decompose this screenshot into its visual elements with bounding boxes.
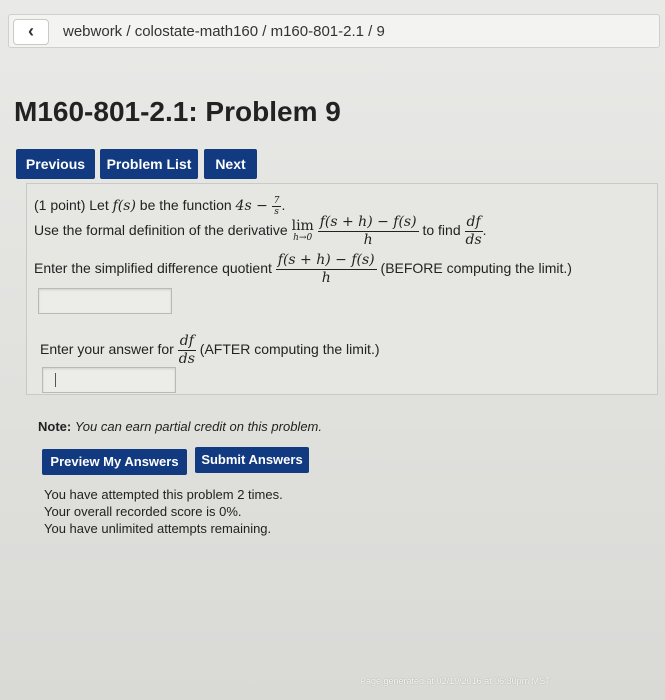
derivative-fraction: df ds: [464, 214, 483, 249]
difference-quotient-num: f(s + h) − f(s): [317, 214, 419, 232]
limit-expression: lim h→0: [292, 219, 314, 244]
before-limit-text: (BEFORE computing the limit.): [380, 260, 572, 277]
after-limit-text: (AFTER computing the limit.): [199, 341, 380, 358]
derivative-den: ds: [465, 232, 482, 248]
preview-answers-button[interactable]: Preview My Answers: [42, 449, 187, 475]
problem-list-button[interactable]: Problem List: [100, 149, 198, 179]
breadcrumb[interactable]: webwork / colostate-math160 / m160-801-2…: [63, 23, 385, 40]
page-generated-footer: Page generated at 02/19/2016 at 06:30pm …: [360, 676, 551, 686]
derivative-num-2: df: [177, 333, 196, 351]
difference-quotient-num-2: f(s + h) − f(s): [275, 252, 377, 270]
difference-quotient-fraction-2: f(s + h) − f(s) h: [275, 252, 377, 287]
note-text: You can earn partial credit on this prob…: [74, 419, 322, 434]
problem-points-text: (1 point) Let: [34, 197, 109, 214]
derivative-fraction-2: df ds: [177, 333, 196, 368]
difference-quotient-fraction: f(s + h) − f(s) h: [317, 214, 419, 249]
text-cursor: [55, 373, 56, 387]
difference-quotient-den: h: [363, 232, 373, 248]
note-label: Note:: [38, 419, 72, 434]
chevron-left-icon: ‹: [28, 21, 34, 41]
limit-word: lim: [291, 218, 314, 234]
derivative-den-2: ds: [178, 351, 195, 367]
back-button[interactable]: ‹: [13, 19, 49, 45]
page-title: M160-801-2.1: Problem 9: [14, 96, 341, 127]
to-find-text: to find: [422, 222, 461, 239]
difference-quotient-den-2: h: [321, 270, 331, 286]
derivative-num: df: [464, 214, 483, 232]
function-fraction-num: 7: [271, 196, 282, 207]
attempts-text: You have attempted this problem 2 times.: [44, 487, 283, 502]
derivative-input[interactable]: [42, 367, 176, 393]
submit-answers-button[interactable]: Submit Answers: [195, 447, 309, 473]
problem-statement-line2: Use the formal definition of the derivat…: [34, 214, 487, 249]
function-text: be the function: [139, 197, 232, 214]
problem-statement-line4: Enter your answer for df ds (AFTER compu…: [40, 333, 380, 368]
score-text: Your overall recorded score is 0%.: [44, 504, 242, 519]
breadcrumb-bar: ‹ webwork / colostate-math160 / m160-801…: [8, 14, 660, 48]
difference-quotient-input[interactable]: [38, 288, 172, 314]
derivative-definition-text: Use the formal definition of the derivat…: [34, 222, 288, 239]
partial-credit-note: Note: You can earn partial credit on thi…: [38, 419, 322, 434]
previous-button[interactable]: Previous: [16, 149, 95, 179]
difference-quotient-prompt: Enter the simplified difference quotient: [34, 260, 272, 277]
remaining-attempts-text: You have unlimited attempts remaining.: [44, 521, 272, 536]
limit-subscript: h→0: [293, 233, 313, 243]
derivative-prompt: Enter your answer for: [40, 341, 174, 358]
next-button[interactable]: Next: [204, 149, 257, 179]
problem-statement-line3: Enter the simplified difference quotient…: [34, 252, 572, 287]
function-expression: 4s −: [235, 198, 268, 215]
function-name: f(s): [112, 198, 136, 215]
